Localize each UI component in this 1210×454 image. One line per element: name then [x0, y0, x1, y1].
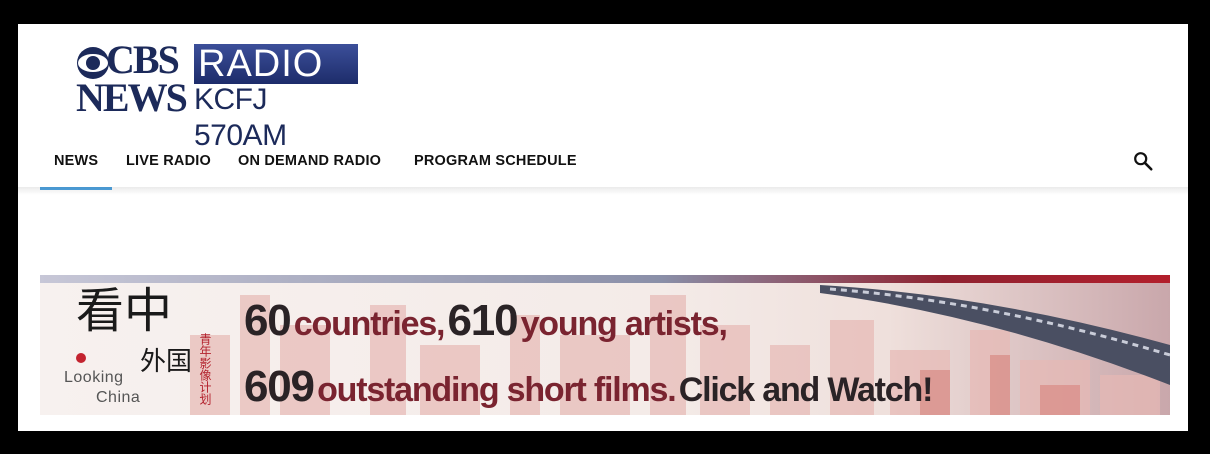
- nav-item-program-schedule[interactable]: PROGRAM SCHEDULE: [414, 140, 577, 188]
- text-artists: young artists,: [520, 305, 728, 343]
- ad-banner[interactable]: 看中 外国 青年影像计划 Looking China 60 countries,…: [40, 275, 1170, 415]
- banner-stripe: [40, 275, 1170, 283]
- banner-logo-chinese: 看中: [76, 283, 173, 339]
- count-countries: 60: [244, 296, 292, 345]
- logo-news: NEWS: [76, 75, 188, 120]
- search-icon[interactable]: [1132, 150, 1154, 172]
- text-cta: Click and Watch!: [678, 371, 934, 409]
- logo-radio: RADIO: [194, 44, 358, 84]
- page: CBS NEWS RADIO KCFJ 570AM NEWS LIVE RADI…: [18, 24, 1188, 431]
- banner-logo-subtitle: 青年影像计划: [198, 333, 212, 405]
- seal-icon: [76, 353, 86, 363]
- nav-item-news[interactable]: NEWS: [39, 140, 113, 190]
- logo-cbs: CBS: [106, 37, 180, 82]
- text-films: outstanding short films.: [317, 371, 677, 409]
- nav-item-on-demand-radio[interactable]: ON DEMAND RADIO: [238, 140, 381, 188]
- nav-divider: [18, 187, 1188, 195]
- site-logo[interactable]: CBS NEWS RADIO KCFJ 570AM: [76, 37, 366, 152]
- banner-logo-china: China: [96, 389, 141, 406]
- banner-logo-looking: Looking: [64, 369, 124, 386]
- headline-line-2: 609 outstanding short films. Click and W…: [244, 359, 934, 415]
- headline-line-1: 60 countries, 610 young artists,: [244, 293, 932, 359]
- banner-logo-chinese-2: 外国: [140, 347, 193, 377]
- main-nav: NEWS LIVE RADIO ON DEMAND RADIO PROGRAM …: [18, 140, 1188, 190]
- count-artists: 610: [447, 296, 519, 345]
- count-films: 609: [244, 362, 315, 411]
- text-countries: countries,: [293, 305, 446, 343]
- nav-item-live-radio[interactable]: LIVE RADIO: [126, 140, 211, 188]
- banner-headline: 60 countries, 610 young artists, 609 out…: [244, 293, 934, 415]
